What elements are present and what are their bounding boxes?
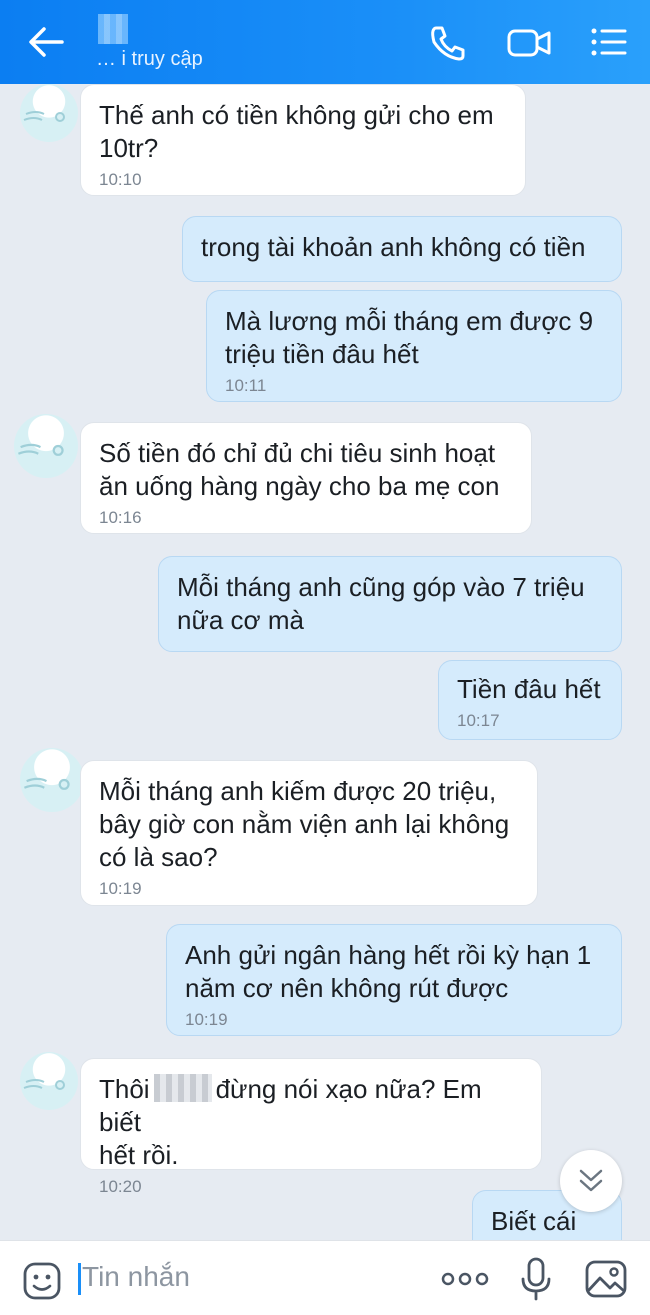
message-text: Tiền đâu hết	[457, 674, 601, 704]
back-button[interactable]	[26, 24, 66, 60]
message-input[interactable]	[82, 1257, 412, 1297]
message-time: 10:10	[99, 170, 142, 189]
message-bubble[interactable]: trong tài khoản anh không có tiền	[182, 216, 622, 282]
message-text: Số tiền đó chỉ đủ chi tiêu sinh hoạt ăn …	[99, 438, 500, 501]
menu-button[interactable]	[590, 26, 628, 58]
contact-name-blurred	[98, 14, 128, 44]
message-time: 10:17	[457, 711, 500, 730]
message-list[interactable]: Thế anh có tiền không gửi cho em 10tr? 1…	[0, 84, 650, 1240]
avatar-image-icon	[23, 1079, 65, 1090]
contact-avatar[interactable]	[20, 84, 78, 142]
message-bubble[interactable]: Anh gửi ngân hàng hết rồi kỳ hạn 1 năm c…	[166, 924, 622, 1036]
message-bubble[interactable]: Mỗi tháng anh cũng góp vào 7 triệu nữa c…	[158, 556, 622, 652]
emoji-icon	[23, 1262, 61, 1300]
message-text: trong tài khoản anh không có tiền	[201, 232, 586, 262]
blurred-name	[153, 1074, 212, 1102]
contact-avatar[interactable]	[20, 748, 84, 812]
contact-avatar[interactable]	[20, 1052, 78, 1110]
message-text: Thế anh có tiền không gửi cho em 10tr?	[99, 100, 494, 163]
double-chevron-down-icon	[579, 1169, 603, 1192]
message-bubble[interactable]: Thế anh có tiền không gửi cho em 10tr? 1…	[80, 84, 526, 196]
contact-avatar[interactable]	[14, 414, 78, 478]
voice-button[interactable]	[520, 1257, 552, 1301]
scroll-to-bottom-button[interactable]	[560, 1150, 622, 1212]
message-text: Mỗi tháng anh kiếm được 20 triệu, bây gi…	[99, 776, 510, 872]
emoji-button[interactable]	[22, 1261, 62, 1301]
message-time: 10:16	[99, 508, 142, 527]
image-button[interactable]	[584, 1259, 628, 1299]
message-time: 10:20	[99, 1177, 142, 1196]
more-button[interactable]	[440, 1269, 490, 1289]
message-bubble[interactable]: Tiền đâu hết 10:17	[438, 660, 622, 740]
avatar-image-icon	[18, 443, 64, 456]
image-icon	[585, 1260, 627, 1298]
message-text: Thôi đừng nói xạo nữa? Em biết hết rồi.	[99, 1073, 523, 1172]
chat-header: … i truy cập	[0, 0, 650, 84]
text-cursor	[78, 1263, 81, 1295]
more-dots-icon	[441, 1272, 489, 1286]
message-text-start: Thôi	[99, 1074, 150, 1104]
message-text: Anh gửi ngân hàng hết rồi kỳ hạn 1 năm c…	[185, 940, 592, 1003]
arrow-left-icon	[29, 27, 64, 57]
message-time: 10:11	[225, 376, 267, 395]
message-bubble[interactable]: Mỗi tháng anh kiếm được 20 triệu, bây gi…	[80, 760, 538, 906]
message-bubble[interactable]: Số tiền đó chỉ đủ chi tiêu sinh hoạt ăn …	[80, 422, 532, 534]
message-text: Mà lương mỗi tháng em được 9 triệu tiền …	[225, 306, 594, 369]
message-bubble[interactable]: Thôi đừng nói xạo nữa? Em biết hết rồi. 1…	[80, 1058, 542, 1196]
list-menu-icon	[591, 28, 627, 56]
message-bubble[interactable]: Mà lương mỗi tháng em được 9 triệu tiền …	[206, 290, 622, 402]
phone-icon	[431, 26, 465, 61]
message-composer	[0, 1240, 650, 1315]
message-time: 10:19	[99, 879, 142, 898]
message-time: 10:19	[185, 1010, 228, 1029]
message-text: Mỗi tháng anh cũng góp vào 7 triệu nữa c…	[177, 572, 585, 635]
contact-status: … i truy cập	[96, 48, 203, 70]
video-camera-icon	[507, 29, 551, 57]
avatar-image-icon	[23, 111, 65, 122]
microphone-icon	[521, 1257, 551, 1301]
avatar-image-icon	[24, 777, 70, 790]
call-button[interactable]	[428, 24, 468, 62]
video-call-button[interactable]	[506, 24, 552, 62]
